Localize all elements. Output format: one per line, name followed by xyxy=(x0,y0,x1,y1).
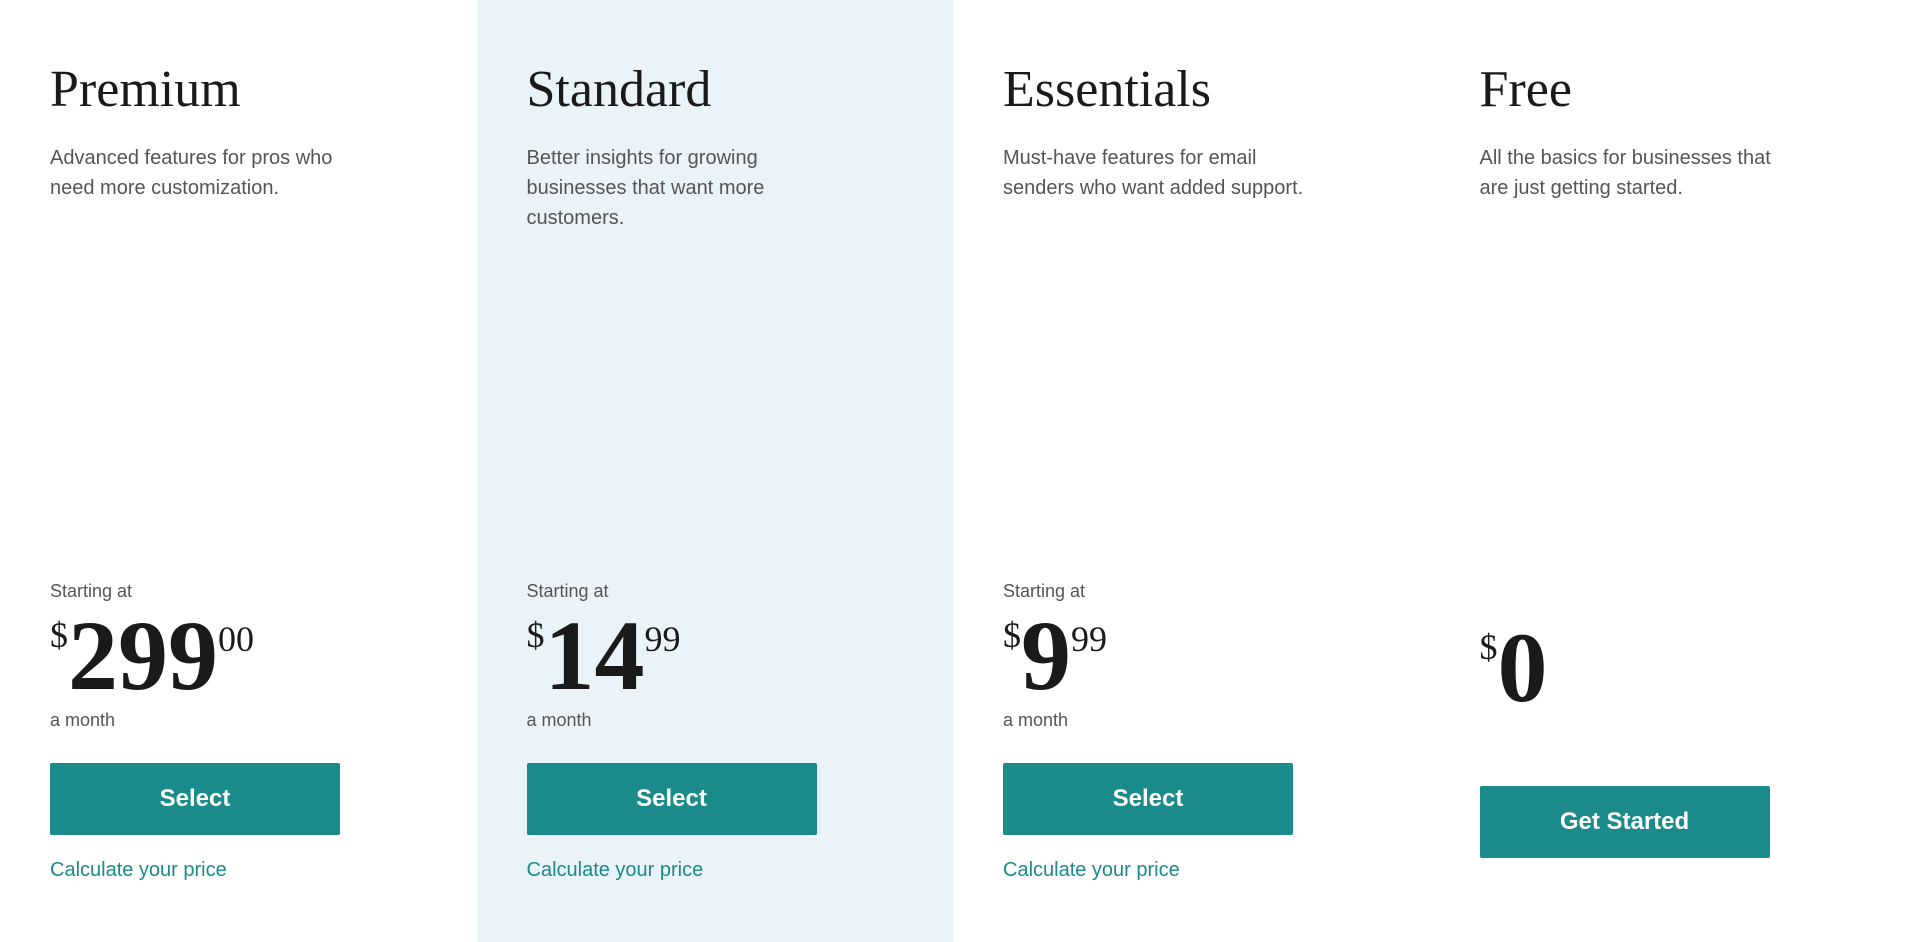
plan-description-essentials: Must-have features for email senders who… xyxy=(1003,143,1323,203)
select-button-premium[interactable]: Select xyxy=(50,763,340,835)
select-button-standard[interactable]: Select xyxy=(527,763,817,835)
starting-at-standard: Starting at xyxy=(527,581,609,602)
pricing-section-premium: Starting at $ 299 00 a month Select Calc… xyxy=(50,581,427,882)
select-button-essentials[interactable]: Select xyxy=(1003,763,1293,835)
calculate-link-standard[interactable]: Calculate your price xyxy=(527,859,704,882)
pricing-section-standard: Starting at $ 14 99 a month Select Calcu… xyxy=(527,581,904,882)
price-display-premium: $ 299 00 xyxy=(50,606,254,706)
price-main-essentials: 9 xyxy=(1021,606,1071,706)
price-main-free: 0 xyxy=(1498,618,1548,718)
plan-description-premium: Advanced features for pros who need more… xyxy=(50,143,370,203)
starting-at-premium: Starting at xyxy=(50,581,132,602)
plan-description-standard: Better insights for growing businesses t… xyxy=(527,143,847,233)
price-display-free: $ 0 xyxy=(1480,618,1548,718)
price-period-standard: a month xyxy=(527,710,592,731)
plan-card-standard: Standard Better insights for growing bus… xyxy=(477,0,954,942)
pricing-section-free: $ 0 Get Started xyxy=(1480,614,1857,882)
price-dollar-premium: $ xyxy=(50,614,68,656)
price-cents-standard: 99 xyxy=(645,618,681,660)
price-cents-essentials: 99 xyxy=(1071,618,1107,660)
plan-name-standard: Standard xyxy=(527,60,904,119)
price-display-standard: $ 14 99 xyxy=(527,606,681,706)
price-cents-premium: 00 xyxy=(218,618,254,660)
price-period-essentials: a month xyxy=(1003,710,1068,731)
plan-card-free: Free All the basics for businesses that … xyxy=(1430,0,1906,942)
price-dollar-free: $ xyxy=(1480,626,1498,668)
pricing-section-essentials: Starting at $ 9 99 a month Select Calcul… xyxy=(1003,581,1380,882)
get-started-button-free[interactable]: Get Started xyxy=(1480,786,1770,858)
price-period-premium: a month xyxy=(50,710,115,731)
plan-card-essentials: Essentials Must-have features for email … xyxy=(953,0,1430,942)
plan-card-premium: Premium Advanced features for pros who n… xyxy=(0,0,477,942)
plan-name-premium: Premium xyxy=(50,60,427,119)
price-main-premium: 299 xyxy=(68,606,218,706)
pricing-container: Premium Advanced features for pros who n… xyxy=(0,0,1906,942)
plan-name-essentials: Essentials xyxy=(1003,60,1380,119)
calculate-link-essentials[interactable]: Calculate your price xyxy=(1003,859,1180,882)
plan-description-free: All the basics for businesses that are j… xyxy=(1480,143,1800,203)
price-display-essentials: $ 9 99 xyxy=(1003,606,1107,706)
starting-at-essentials: Starting at xyxy=(1003,581,1085,602)
price-dollar-essentials: $ xyxy=(1003,614,1021,656)
price-main-standard: 14 xyxy=(545,606,645,706)
plan-name-free: Free xyxy=(1480,60,1857,119)
price-dollar-standard: $ xyxy=(527,614,545,656)
calculate-link-premium[interactable]: Calculate your price xyxy=(50,859,227,882)
